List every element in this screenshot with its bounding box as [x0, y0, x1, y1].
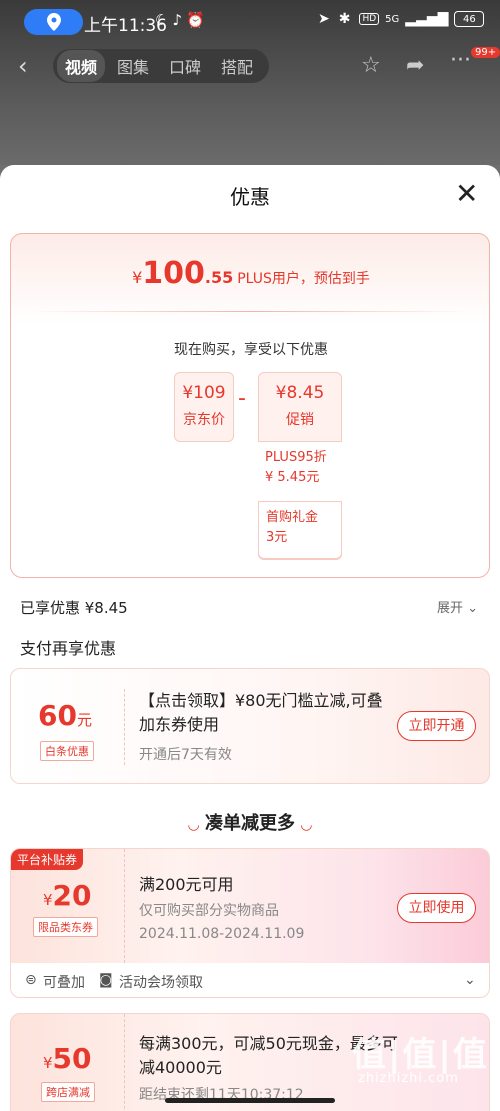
- share-icon[interactable]: ➦: [406, 53, 424, 78]
- coupon-corner-label: 平台补贴券: [11, 849, 84, 870]
- estimate-decimal: .55: [204, 268, 234, 287]
- price-breakdown-box: ¥100.55 PLUS用户，预估到手 现在购买，享受以下优惠 ¥109 京东价 …: [10, 233, 490, 578]
- moon-icon: ☾: [155, 11, 173, 29]
- expand-toggle[interactable]: 展开 ⌄: [437, 597, 478, 616]
- pay-more-heading: 支付再享优惠: [20, 639, 117, 658]
- star-icon[interactable]: ☆: [361, 53, 381, 78]
- tab-gallery[interactable]: 图集: [109, 50, 157, 82]
- location-pin-icon: [46, 13, 61, 31]
- promo-item-gift: 首购礼金 3元: [258, 501, 342, 559]
- coupon-footer: ⊜ 可叠加 ◙ 活动会场领取 ⌄: [11, 966, 489, 997]
- hd-icon: HD: [359, 13, 380, 25]
- top-nav: ‹ 视频 图集 口碑 搭配 ☆ ➦ ··· 99+: [0, 47, 500, 86]
- jd-price-box: ¥109 京东价: [174, 372, 234, 442]
- network-5g-label: 5G: [385, 13, 400, 25]
- activate-button[interactable]: 立即开通: [397, 711, 476, 741]
- dashed-divider: [124, 849, 125, 963]
- baitiao-title: 【点击领取】¥80无门槛立减,可叠加东券使用: [139, 691, 383, 734]
- more-savings-title: 凑单减更多: [205, 813, 295, 834]
- battery-icon: 46: [454, 11, 485, 27]
- jd-price-label: 京东价: [183, 412, 225, 428]
- baitiao-amount: 60元: [38, 699, 92, 732]
- coupon-tag: 限品类东券: [33, 917, 98, 937]
- stackable-label: 可叠加: [43, 975, 85, 991]
- enjoyed-discount: 已享优惠 ¥8.45: [20, 599, 128, 617]
- coupon-title: 满200元可用: [139, 875, 234, 894]
- watermark-logo: 值|值|值: [352, 1035, 489, 1075]
- platform-coupon-card[interactable]: 平台补贴券 ¥20 限品类东券 满200元可用 仅可购买部分实物商品 2024.…: [10, 848, 490, 998]
- minus-sign: -: [238, 386, 246, 411]
- more-savings-heading: ◡ 凑单减更多 ◡: [0, 809, 500, 835]
- coupon2-tag: 跨店满减: [41, 1082, 95, 1102]
- location-pill: [24, 9, 83, 35]
- estimate-label: PLUS用户，预估到手: [237, 271, 370, 287]
- event-icon: ◙: [99, 972, 113, 988]
- watermark-url: zhizhizhi.com: [358, 1071, 459, 1086]
- alarm-icon: ⏰: [186, 11, 209, 29]
- close-icon[interactable]: ✕: [455, 180, 478, 208]
- estimated-price: ¥100.55 PLUS用户，预估到手: [11, 256, 491, 291]
- promo-item-plus-line1: PLUS95折: [265, 450, 327, 465]
- jd-price-value: ¥109: [182, 383, 226, 403]
- coupon-amount: ¥20: [43, 879, 92, 912]
- tab-video[interactable]: 视频: [57, 50, 106, 82]
- tab-matching[interactable]: 搭配: [213, 50, 261, 82]
- chevron-down-icon[interactable]: ⌄: [464, 972, 476, 988]
- chevron-down-icon: ⌄: [467, 601, 479, 616]
- promo-item-gift-line2: 3元: [266, 530, 288, 545]
- baitiao-note: 开通后7天有效: [139, 747, 232, 763]
- discount-sheet: 优惠 ✕ ¥100.55 PLUS用户，预估到手 现在购买，享受以下优惠 ¥109…: [0, 165, 500, 1111]
- dashed-divider: [124, 689, 125, 765]
- mute-bell-icon: ♪: [172, 11, 187, 29]
- smile-right-icon: ◡: [301, 817, 312, 833]
- tab-reviews[interactable]: 口碑: [161, 50, 209, 82]
- navigation-arrow-icon: ➤: [318, 11, 333, 27]
- home-indicator[interactable]: [165, 1098, 335, 1103]
- coupon2-currency: ¥: [43, 1054, 53, 1072]
- message-badge: 99+: [471, 47, 500, 58]
- coupon-desc: 仅可购买部分实物商品: [139, 903, 279, 919]
- purchase-subtitle: 现在购买，享受以下优惠: [174, 342, 328, 358]
- promo-currency: ¥: [275, 383, 287, 403]
- promo-value: ¥8.45: [259, 383, 341, 403]
- more-dots-icon[interactable]: ···: [450, 48, 471, 73]
- sheet-title: 优惠: [230, 185, 270, 209]
- use-now-button[interactable]: 立即使用: [397, 893, 476, 923]
- promo-label: 促销: [286, 412, 314, 428]
- baitiao-amount-number: 60: [38, 699, 77, 732]
- status-bar: 上午11:36 ☾♪⏰ ➤ ✱ HD 5G ▂▃▅▇ 46: [0, 0, 500, 44]
- signal-bars-icon: ▂▃▅▇: [405, 11, 449, 27]
- media-tabs: 视频 图集 口碑 搭配: [53, 49, 270, 83]
- status-left-icons: ☾♪⏰: [155, 11, 209, 29]
- promo-item-plus: PLUS95折 ¥ 5.45元: [258, 441, 342, 501]
- dashed-divider: [124, 1014, 125, 1111]
- promo-item-gift-line1: 首购礼金: [266, 510, 319, 525]
- event-source-label: 活动会场领取: [119, 975, 203, 991]
- bluetooth-icon: ✱: [338, 11, 354, 27]
- smile-left-icon: ◡: [188, 817, 199, 833]
- expand-label: 展开: [437, 601, 464, 616]
- coupon-currency: ¥: [43, 891, 53, 909]
- baitiao-tag: 白条优惠: [40, 741, 94, 761]
- battery-level: 46: [463, 13, 476, 25]
- coupon-amount-number: 20: [52, 879, 92, 912]
- back-arrow-icon[interactable]: ‹: [18, 52, 28, 80]
- promo-amount: 8.45: [286, 383, 325, 403]
- estimate-integer: 100: [142, 256, 205, 291]
- promo-item-plus-line2: ¥ 5.45元: [265, 470, 320, 485]
- baitiao-offer-card[interactable]: 60元 白条优惠 【点击领取】¥80无门槛立减,可叠加东券使用 开通后7天有效 …: [10, 668, 490, 784]
- baitiao-amount-unit: 元: [76, 711, 92, 729]
- estimate-currency: ¥: [132, 268, 143, 287]
- divider: [31, 311, 471, 312]
- coupon-date: 2024.11.08-2024.11.09: [139, 926, 305, 942]
- coupon2-amount-number: 50: [52, 1042, 92, 1075]
- stackable-icon: ⊜: [25, 972, 37, 988]
- status-right-icons: ➤ ✱ HD 5G ▂▃▅▇ 46: [318, 11, 485, 27]
- coupon2-amount: ¥50: [43, 1042, 92, 1075]
